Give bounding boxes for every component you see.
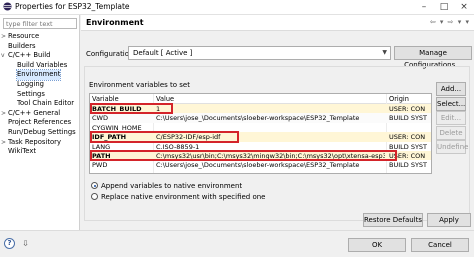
sidebar-item-label: WikiText xyxy=(8,147,37,156)
filter-input[interactable] xyxy=(3,18,77,29)
title-bar: Properties for ESP32_Template – □ × xyxy=(0,0,474,15)
sidebar-item-label: Build Variables xyxy=(17,60,68,69)
sidebar-item-label: Project References xyxy=(8,118,72,127)
sidebar-item-label: Settings xyxy=(17,89,45,98)
cell-origin: BUILD SYST xyxy=(389,161,428,170)
append-option[interactable]: Append variables to native environment xyxy=(91,182,242,192)
expand-right-icon[interactable]: > xyxy=(1,138,6,148)
expand-right-icon[interactable]: > xyxy=(1,109,6,119)
table-row[interactable]: PWD C:\Users\jose_\Documents\sloeber-work… xyxy=(90,160,431,170)
column-header-origin[interactable]: Origin xyxy=(389,95,409,103)
property-pages-tree-pane: >ResourceBuildersvC/C++ BuildBuild Varia… xyxy=(0,15,80,230)
add-button[interactable]: Add... xyxy=(436,82,466,96)
sidebar-item[interactable]: Builders xyxy=(0,42,80,52)
highlight-box xyxy=(90,103,173,115)
select-button[interactable]: Select... xyxy=(436,96,466,111)
table-row[interactable]: CWD C:\Users\jose_\Documents\sloeber-work… xyxy=(90,113,431,123)
apply-button[interactable]: Apply xyxy=(427,213,471,227)
column-header-value[interactable]: Value xyxy=(156,95,174,103)
sidebar-item-label: C/C++ Build xyxy=(8,51,51,60)
sidebar-item[interactable]: Build Variables xyxy=(0,61,80,71)
edit-button[interactable]: Edit... xyxy=(436,111,466,126)
cell-value: C:\Users\jose_\Documents\sloeber-workspa… xyxy=(156,114,360,123)
variables-label: Environment variables to set xyxy=(89,81,190,89)
radio-replace-label: Replace native environment with specifie… xyxy=(101,193,266,201)
highlight-box xyxy=(90,150,397,162)
delete-button[interactable]: Delete xyxy=(436,125,466,140)
cell-origin: USER: CON xyxy=(389,133,426,142)
help-icon[interactable]: ? xyxy=(4,238,15,249)
sidebar-item[interactable]: Logging xyxy=(0,80,80,90)
sidebar-item[interactable]: v C/C++ Build xyxy=(0,51,80,61)
sidebar-item[interactable]: > Task Repository xyxy=(0,138,80,148)
sidebar-item[interactable]: > C/C++ General xyxy=(0,109,80,119)
undefine-button[interactable]: Undefine xyxy=(436,140,468,155)
ok-button[interactable]: OK xyxy=(348,238,406,252)
sidebar-item-label: Environment xyxy=(15,69,62,81)
window-title: Properties for ESP32_Template xyxy=(15,2,130,11)
page-title: Environment xyxy=(86,18,144,27)
cell-value: C:\Users\jose_\Documents\sloeber-workspa… xyxy=(156,161,360,170)
sidebar-item-label: C/C++ General xyxy=(8,108,61,117)
manage-configurations-button[interactable]: Manage Configurations... xyxy=(394,46,472,69)
dialog-footer: ? ⇩ OK Cancel xyxy=(0,230,474,257)
maximize-button[interactable]: □ xyxy=(434,1,454,13)
configuration-value: Default [ Active ] xyxy=(133,49,193,57)
environment-variables-table: Variable Value Origin BATCH_BUILD 1 USER: … xyxy=(89,93,432,174)
property-pages-tree: > Resource Builders v C/C++ Build Build Varia… xyxy=(0,32,80,157)
sidebar-item-label: Tool Chain Editor xyxy=(17,99,75,108)
radio-append-label: Append variables to native environment xyxy=(101,182,243,190)
chevron-down-icon: ▼ xyxy=(382,49,387,56)
back-forward-nav-icon[interactable]: ⇦ ▾ ⇨ ▾ ▾ xyxy=(430,18,470,26)
cell-variable: PWD xyxy=(92,161,108,170)
environment-page: Environment ⇦ ▾ ⇨ ▾ ▾ Configuration: Def… xyxy=(81,15,474,230)
sidebar-item[interactable]: Run/Debug Settings xyxy=(0,128,80,138)
cell-origin: BUILD SYST xyxy=(389,114,428,123)
sidebar-item[interactable]: Project References xyxy=(0,118,80,128)
highlight-box xyxy=(90,131,239,143)
cell-variable: CWD xyxy=(92,114,108,123)
configuration-select[interactable]: Default [ Active ] ▼ xyxy=(128,46,391,60)
sidebar-item-label: Builders xyxy=(8,41,36,50)
expand-down-icon[interactable]: v xyxy=(1,51,5,61)
restore-defaults-button[interactable]: Restore Defaults xyxy=(363,213,423,227)
sidebar-item-label: Task Repository xyxy=(8,137,61,146)
sidebar-item-label: Logging xyxy=(17,79,44,88)
eclipse-app-icon xyxy=(3,2,12,11)
sidebar-item[interactable]: WikiText xyxy=(0,147,80,157)
export-icon[interactable]: ⇩ xyxy=(20,238,31,249)
cell-origin: USER: CON xyxy=(389,105,426,113)
sidebar-item-label: Resource xyxy=(8,32,40,40)
sidebar-item[interactable]: > Resource xyxy=(0,32,80,42)
expand-right-icon[interactable]: > xyxy=(1,32,6,42)
replace-option[interactable]: Replace native environment with specifie… xyxy=(91,193,266,203)
cell-value: 1 xyxy=(156,105,161,113)
radio-append[interactable] xyxy=(91,182,98,189)
minimize-button[interactable]: – xyxy=(414,1,434,13)
cancel-button[interactable]: Cancel xyxy=(411,238,469,252)
close-button[interactable]: × xyxy=(454,1,474,13)
sidebar-item[interactable]: Settings xyxy=(0,90,80,100)
sidebar-item[interactable]: Environment xyxy=(0,69,80,81)
sidebar-item[interactable]: Tool Chain Editor xyxy=(0,99,80,109)
column-header-variable[interactable]: Variable xyxy=(92,95,119,103)
page-header: Environment ⇦ ▾ ⇨ ▾ ▾ xyxy=(81,15,474,31)
sidebar-item-label: Run/Debug Settings xyxy=(8,127,76,136)
radio-replace[interactable] xyxy=(91,193,98,200)
